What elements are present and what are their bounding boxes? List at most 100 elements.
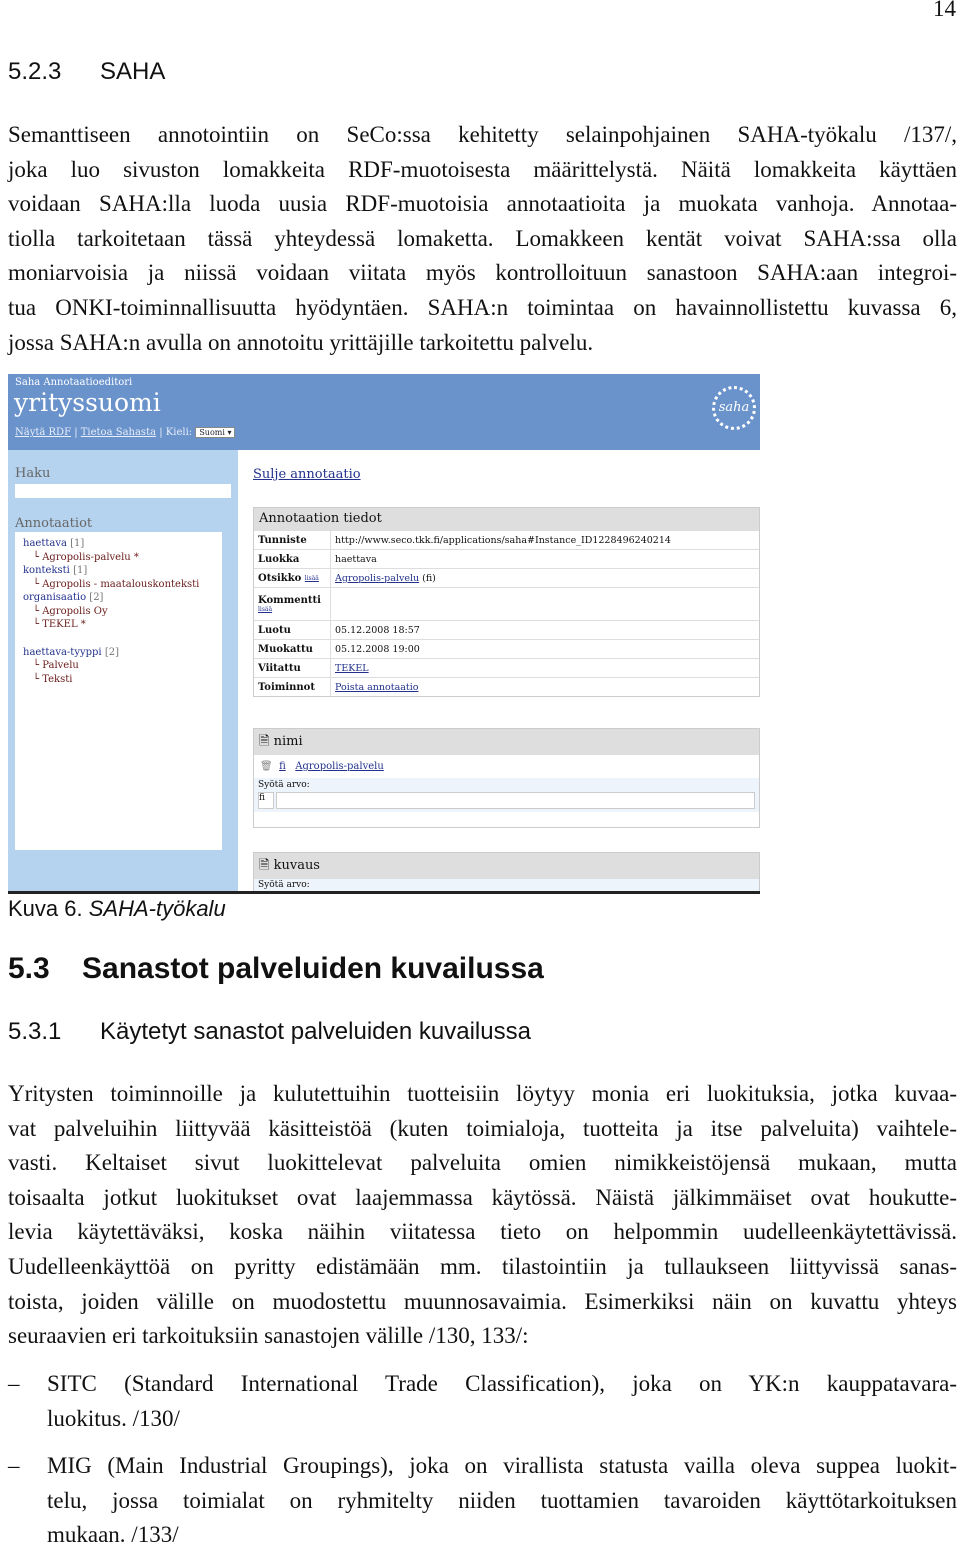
tree-child-item[interactable]: └ Teksti [23, 673, 222, 687]
text-line: Uudelleenkäyttöä on pyritty edistämään m… [8, 1253, 957, 1279]
table-row: Kommentti lisää [254, 587, 759, 620]
section-heading-5-3: 5.3 Sanastot palveluiden kuvailussa [8, 952, 544, 986]
figure-caption: Kuva 6. SAHA-työkalu [8, 896, 226, 922]
tree-parent-item[interactable]: haettava-tyyppi [2] [23, 646, 222, 660]
app-header: Saha Annotaatioeditori yrityssuomi Näytä… [8, 374, 760, 450]
tree-branch-icon: └ [33, 673, 43, 685]
tree-child-label[interactable]: Agropolis Oy [42, 606, 107, 617]
chevron-down-icon: ▾ [227, 428, 232, 437]
row-key: Kommentti [258, 595, 321, 606]
add-link[interactable]: lisää [258, 606, 272, 613]
show-rdf-link[interactable]: Näytä RDF [15, 427, 71, 438]
bullet-dash: – [8, 1371, 20, 1396]
text-line: joka luo sivuston lomakkeita RDF-muotois… [8, 156, 957, 182]
text-line: toista, joiden välille on muodostettu mu… [8, 1288, 957, 1314]
caption-text: SAHA-työkalu [88, 896, 226, 921]
trash-icon[interactable]: 🗑 [260, 761, 273, 772]
annotations-label: Annotaatiot [15, 516, 93, 531]
input-label: Syötä arvo: [258, 780, 310, 790]
text-line: MIG (Main Industrial Groupings), joka on… [47, 1453, 957, 1478]
document-icon: 🗎 [259, 734, 270, 749]
tree-child-item[interactable]: └ Agropolis - maatalouskonteksti [23, 578, 222, 592]
text-line: Semanttiseen annotointiin on SeCo:ssa ke… [8, 122, 957, 147]
field-title: nimi [273, 734, 303, 749]
input-label: Syötä arvo: [254, 879, 759, 891]
text-line: voidaan SAHA:lla luoda uusia RDF-muotois… [8, 191, 957, 217]
row-key: Luokka [254, 550, 331, 568]
add-link[interactable]: lisää [305, 575, 319, 582]
page-number: 14 [933, 0, 956, 21]
row-key: Toiminnot [254, 678, 331, 696]
search-label: Haku [15, 466, 51, 481]
tree-parent-item[interactable]: haettava [1] [23, 537, 222, 551]
row-key: Luotu [254, 621, 331, 639]
tree-count: [1] [73, 565, 88, 576]
row-key: Viitattu [254, 659, 331, 677]
logo-text: saha [718, 400, 750, 415]
close-annotation-link[interactable]: Sulje annotaatio [253, 467, 361, 482]
title-link[interactable]: Agropolis-palvelu [335, 573, 419, 584]
tree-label[interactable]: haettava-tyyppi [23, 647, 102, 658]
lang-input[interactable]: fi [258, 792, 274, 809]
paragraph-vocabularies: Yritysten toiminnoille ja kulutettuihin … [8, 1077, 957, 1354]
text-line: mukaan. /133/ [47, 1522, 179, 1548]
tree-count: [1] [70, 538, 85, 549]
tree-child-label[interactable]: Agropolis-palvelu * [42, 552, 139, 563]
table-title: Annotaation tiedot [254, 508, 759, 530]
text-line: levia käytettäväksi, koska näihin viitat… [8, 1219, 957, 1245]
tree-child-item[interactable]: └ Agropolis-palvelu * [23, 551, 222, 565]
row-key: Muokattu [254, 640, 331, 658]
bullet-dash: – [8, 1453, 20, 1478]
tree-child-label[interactable]: Palvelu [42, 660, 79, 671]
tree-child-item[interactable]: └ Agropolis Oy [23, 605, 222, 619]
app-subtitle: Saha Annotaatioeditori [15, 377, 133, 388]
tree-parent-item[interactable]: konteksti [1] [23, 564, 222, 578]
delete-annotation-link[interactable]: Poista annotaatio [331, 682, 418, 693]
tree-child-label[interactable]: TEKEL * [42, 619, 86, 630]
section-heading-5-3-1: 5.3.1 Käytetyt sanastot palveluiden kuvai… [8, 1018, 531, 1046]
reference-link[interactable]: TEKEL [331, 663, 369, 674]
language-select[interactable]: Suomi ▾ [195, 427, 236, 438]
section-number: 5.3 [8, 952, 50, 985]
text-line: seuraavien eri tarkoituksiin sanastojen … [8, 1323, 529, 1349]
tree-count: [2] [89, 592, 104, 603]
table-row: Otsikko lisää Agropolis-palvelu (fi) [254, 568, 759, 587]
value-link[interactable]: Agropolis-palvelu [295, 761, 384, 772]
lang-link[interactable]: fi [279, 761, 286, 772]
row-key: Otsikko [258, 572, 302, 584]
text-line: luokitus. /130/ [47, 1405, 180, 1431]
tree-child-item[interactable]: └ TEKEL * [23, 618, 222, 632]
tree-label[interactable]: haettava [23, 538, 67, 549]
tree-child-item[interactable]: └ Palvelu [23, 659, 222, 673]
text-line: vasti. Keltaiset sivut luokittelevat pal… [8, 1150, 957, 1176]
section-number: 5.2.3 [8, 58, 62, 85]
annotation-tree: haettava [1] └ Agropolis-palvelu * konteks… [15, 532, 222, 850]
about-link[interactable]: Tietoa Sahasta [81, 427, 156, 438]
bullet-item: – SITC (Standard International Trade Clas… [8, 1367, 957, 1436]
tree-child-label[interactable]: Teksti [42, 674, 72, 685]
section-number: 5.3.1 [8, 1018, 62, 1045]
row-key: Tunniste [254, 531, 331, 549]
section-title: Käytetyt sanastot palveluiden kuvailussa [100, 1018, 531, 1045]
search-input[interactable] [15, 484, 231, 498]
tree-parent-item[interactable]: organisaatio [2] [23, 591, 222, 605]
field-nimi: 🗎 nimi 🗑 fi Agropolis-palvelu Syötä arvo… [253, 728, 760, 828]
tree-child-label[interactable]: Agropolis - maatalouskonteksti [42, 579, 199, 590]
tree-branch-icon: └ [33, 551, 43, 563]
table-row: Muokattu 05.12.2008 19:00 [254, 639, 759, 658]
text-line: moniarvoisia ja niissä voidaan viitata m… [8, 260, 957, 286]
row-value: 05.12.2008 18:57 [335, 624, 420, 636]
app-title: yrityssuomi [14, 388, 161, 417]
paragraph-saha: Semanttiseen annotointiin on SeCo:ssa ke… [8, 118, 957, 360]
text-line: tiolla tarkoitetaan tässä yhteydessä lom… [8, 225, 957, 251]
tree-label[interactable]: organisaatio [23, 592, 86, 603]
lang-tag: (fi) [422, 572, 436, 584]
bullet-item: – MIG (Main Industrial Groupings), joka o… [8, 1449, 957, 1553]
tree-label[interactable]: konteksti [23, 565, 70, 576]
value-input[interactable] [276, 792, 755, 809]
row-value: 05.12.2008 19:00 [335, 643, 420, 655]
table-row: Luokka haettava [254, 549, 759, 568]
text-line: telu, jossa toimialat on ryhmitelty niid… [47, 1487, 957, 1513]
screenshot-border [8, 891, 760, 894]
text-line: toisaalta jotkut luokitukset ovat laajem… [8, 1184, 957, 1210]
